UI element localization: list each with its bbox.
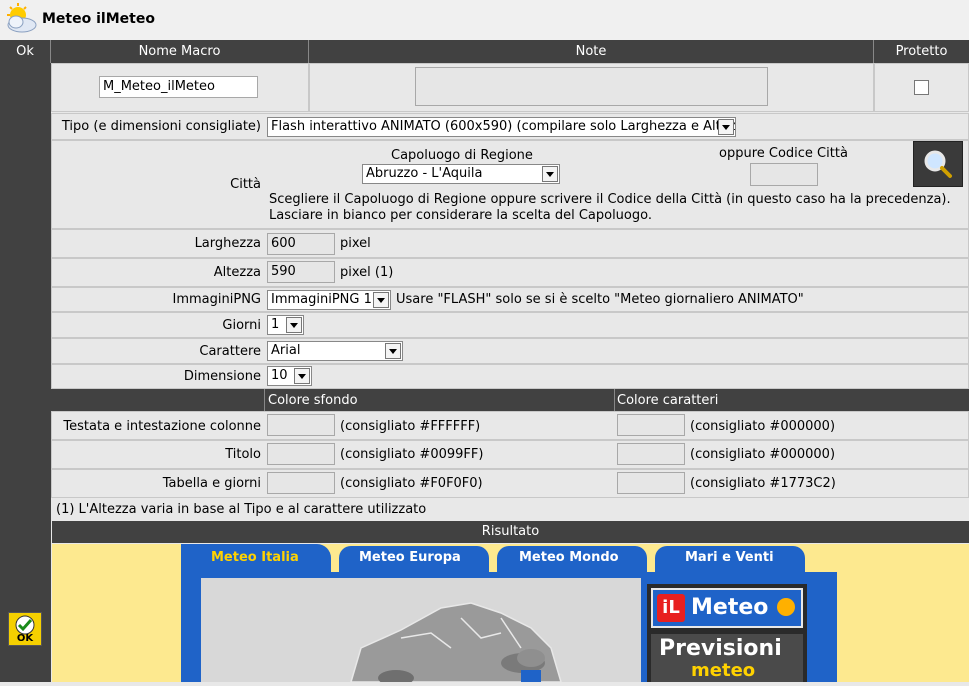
larghezza-unit: pixel	[340, 236, 371, 251]
dimensione-select[interactable]: 10	[267, 366, 312, 386]
chevron-down-icon	[294, 368, 310, 384]
altezza-unit: pixel (1)	[340, 265, 394, 280]
caratteri-color-input[interactable]	[617, 414, 685, 436]
ok-column	[0, 63, 51, 682]
immagini-label: ImmaginiPNG	[172, 292, 261, 307]
immagini-note: Usare "FLASH" solo se si è scelto "Meteo…	[396, 292, 804, 307]
colors-header-divider	[614, 389, 615, 411]
ok-label: OK	[16, 633, 34, 644]
macro-name-input[interactable]: M_Meteo_ilMeteo	[99, 76, 258, 98]
colors-header-divider	[264, 389, 265, 411]
tab-label: Mari e Venti	[685, 550, 774, 565]
footnote: (1) L'Altezza varia in base al Tipo e al…	[56, 502, 427, 517]
tab-meteo-italia[interactable]: Meteo Italia	[181, 544, 331, 572]
sfondo-hint: (consigliato #F0F0F0)	[340, 476, 483, 491]
carattere-label: Carattere	[199, 344, 261, 359]
meteo-text: meteo	[691, 660, 756, 681]
col-header-nome-macro: Nome Macro	[51, 40, 309, 63]
note-textarea[interactable]	[415, 67, 768, 106]
protetto-checkbox[interactable]	[914, 80, 929, 95]
tab-label: Meteo Europa	[359, 550, 461, 565]
colors-header-sfondo: Colore sfondo	[268, 393, 358, 408]
chevron-down-icon	[286, 317, 302, 333]
sfondo-hint: (consigliato #0099FF)	[340, 447, 484, 462]
chevron-down-icon	[718, 119, 734, 135]
caratteri-hint: (consigliato #000000)	[690, 447, 836, 462]
col-header-protetto: Protetto	[874, 40, 969, 63]
sfondo-color-input[interactable]	[267, 443, 335, 465]
result-header: Risultato	[52, 521, 969, 543]
weather-widget: Meteo Italia Meteo Europa Meteo Mondo Ma…	[181, 544, 837, 686]
tab-label: Meteo Mondo	[519, 550, 619, 565]
giorni-label: Giorni	[222, 318, 261, 333]
dimensione-select-value: 10	[271, 368, 288, 383]
tab-mari-e-venti[interactable]: Mari e Venti	[655, 546, 805, 572]
color-row-label: Titolo	[225, 447, 261, 462]
tab-label: Meteo Italia	[211, 550, 299, 565]
colors-header-caratteri: Colore caratteri	[617, 393, 719, 408]
sfondo-hint: (consigliato #FFFFFF)	[340, 419, 481, 434]
color-row-label: Tabella e giorni	[162, 476, 261, 491]
logo-meteo: Meteo	[691, 595, 769, 620]
previsioni-text: Previsioni	[659, 636, 782, 661]
title-bar: Meteo ilMeteo	[0, 0, 969, 40]
citta-help-line2: Lasciare in bianco per considerare la sc…	[269, 208, 652, 223]
citta-label: Città	[230, 177, 261, 192]
codice-label: oppure Codice Città	[719, 146, 848, 161]
italy-map-image	[349, 602, 563, 686]
giorni-select-value: 1	[271, 317, 280, 332]
chevron-down-icon	[373, 292, 389, 308]
immagini-select[interactable]: ImmaginiPNG 1	[267, 290, 391, 310]
capoluogo-select[interactable]: Abruzzo - L'Aquila	[362, 164, 560, 184]
tab-meteo-europa[interactable]: Meteo Europa	[339, 546, 489, 572]
color-row-label: Testata e intestazione colonne	[63, 419, 261, 434]
chevron-down-icon	[385, 343, 401, 359]
sun-icon	[777, 598, 795, 616]
search-button[interactable]	[913, 141, 963, 187]
giorni-select[interactable]: 1	[267, 315, 304, 335]
capoluogo-select-value: Abruzzo - L'Aquila	[366, 166, 483, 181]
sfondo-color-input[interactable]	[267, 472, 335, 494]
logo-il: iL	[657, 594, 685, 622]
larghezza-input[interactable]: 600	[267, 233, 335, 255]
caratteri-hint: (consigliato #1773C2)	[690, 476, 836, 491]
magnifier-icon	[924, 150, 952, 178]
caratteri-color-input[interactable]	[617, 472, 685, 494]
capoluogo-label: Capoluogo di Regione	[391, 148, 533, 163]
codice-input[interactable]	[750, 163, 818, 186]
larghezza-label: Larghezza	[194, 236, 261, 251]
altezza-input[interactable]: 590	[267, 261, 335, 283]
carattere-select-value: Arial	[271, 343, 301, 358]
col-header-ok: Ok	[0, 40, 51, 63]
italy-map	[201, 578, 641, 686]
caratteri-hint: (consigliato #000000)	[690, 419, 836, 434]
colors-header	[51, 389, 969, 411]
immagini-select-value: ImmaginiPNG 1	[271, 292, 372, 307]
window-title: Meteo ilMeteo	[42, 11, 155, 27]
weather-logo-icon	[7, 3, 37, 33]
tab-meteo-mondo[interactable]: Meteo Mondo	[497, 546, 647, 572]
carattere-select[interactable]: Arial	[267, 341, 403, 361]
ilmeteo-logo: iL Meteo	[651, 588, 803, 628]
result-preview: Meteo Italia Meteo Europa Meteo Mondo Ma…	[52, 544, 969, 686]
dimensione-label: Dimensione	[183, 369, 261, 384]
previsioni-banner: Previsioni meteo	[651, 634, 803, 682]
caratteri-color-input[interactable]	[617, 443, 685, 465]
sfondo-color-input[interactable]	[267, 414, 335, 436]
tipo-label: Tipo (e dimensioni consigliate)	[61, 119, 261, 134]
ilmeteo-logo-panel: iL Meteo Previsioni meteo	[647, 584, 807, 682]
ok-button[interactable]: OK	[8, 612, 42, 646]
citta-help-line1: Scegliere il Capoluogo di Regione oppure…	[269, 192, 951, 207]
tipo-select[interactable]: Flash interattivo ANIMATO (600x590) (com…	[267, 117, 736, 137]
tipo-select-value: Flash interattivo ANIMATO (600x590) (com…	[271, 119, 736, 134]
altezza-label: Altezza	[213, 265, 261, 280]
chevron-down-icon	[542, 166, 558, 182]
col-header-note: Note	[309, 40, 874, 63]
